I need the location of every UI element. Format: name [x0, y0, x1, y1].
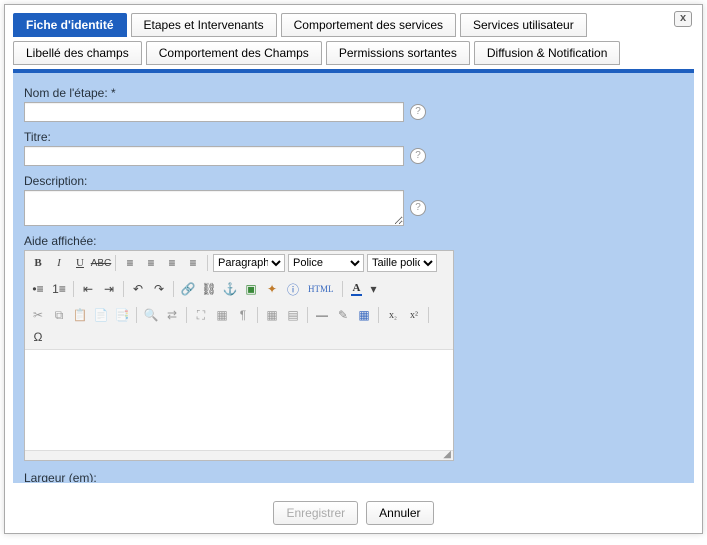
table-props-button[interactable]: ▤: [284, 306, 302, 324]
separator: [428, 307, 429, 323]
paste-word-button[interactable]: 📑: [113, 306, 131, 324]
tab-permissions-sortantes[interactable]: Permissions sortantes: [326, 41, 470, 65]
separator: [257, 307, 258, 323]
html-button[interactable]: HTML: [305, 280, 337, 298]
paragraph-select[interactable]: Paragraphe: [213, 254, 285, 272]
unlink-button[interactable]: ⛓: [200, 280, 218, 298]
tab-comportement-services[interactable]: Comportement des services: [281, 13, 456, 37]
paste-text-button[interactable]: 📄: [92, 306, 110, 324]
input-titre[interactable]: [24, 146, 404, 166]
unordered-list-button[interactable]: •≡: [29, 280, 47, 298]
fullscreen-button[interactable]: ⛶: [192, 306, 210, 324]
tab-services-utilisateur[interactable]: Services utilisateur: [460, 13, 587, 37]
separator: [186, 307, 187, 323]
special-char-button[interactable]: Ω: [29, 328, 47, 346]
tab-diffusion-notification[interactable]: Diffusion & Notification: [474, 41, 621, 65]
separator: [115, 255, 116, 271]
superscript-button[interactable]: x²: [405, 306, 423, 324]
font-select[interactable]: Police: [288, 254, 364, 272]
footer-buttons: Enregistrer Annuler: [5, 501, 702, 525]
label-description: Description:: [24, 174, 683, 188]
label-nom-etape: Nom de l'étape: *: [24, 86, 683, 100]
link-button[interactable]: 🔗: [179, 280, 197, 298]
copy-button[interactable]: ⧉: [50, 306, 68, 324]
separator: [173, 281, 174, 297]
replace-button[interactable]: ⇄: [163, 306, 181, 324]
separator: [136, 307, 137, 323]
bold-button[interactable]: B: [29, 254, 47, 272]
tab-identite[interactable]: Fiche d'identité: [13, 13, 127, 37]
table-button[interactable]: ▦: [263, 306, 281, 324]
tab-etapes[interactable]: Etapes et Intervenants: [131, 13, 277, 37]
outdent-button[interactable]: ⇤: [79, 280, 97, 298]
input-nom-etape[interactable]: [24, 102, 404, 122]
separator: [342, 281, 343, 297]
media-button[interactable]: ✦: [263, 280, 281, 298]
rich-text-editor: B I U ABC ≡ ≡ ≡ ≡ Paragraphe Police Tail…: [24, 250, 454, 461]
close-button[interactable]: x: [674, 11, 692, 27]
align-center-button[interactable]: ≡: [142, 254, 160, 272]
blocks-button[interactable]: ▦: [213, 306, 231, 324]
input-description[interactable]: [24, 190, 404, 226]
find-button[interactable]: 🔍: [142, 306, 160, 324]
form-panel: Nom de l'étape: * ? Titre: ? Description…: [13, 73, 694, 483]
tab-comportement-champs[interactable]: Comportement des Champs: [146, 41, 322, 65]
dialog: x Fiche d'identitéEtapes et Intervenants…: [4, 4, 703, 534]
separator: [73, 281, 74, 297]
strikethrough-button[interactable]: ABC: [92, 254, 110, 272]
font-size-select[interactable]: Taille police: [367, 254, 437, 272]
editor-toolbar: B I U ABC ≡ ≡ ≡ ≡ Paragraphe Police Tail…: [25, 251, 453, 350]
separator: [307, 307, 308, 323]
image-button[interactable]: ▣: [242, 280, 260, 298]
indent-button[interactable]: ⇥: [100, 280, 118, 298]
editor-content-area[interactable]: [25, 350, 453, 450]
cut-button[interactable]: ✂: [29, 306, 47, 324]
ordered-list-button[interactable]: 1≡: [50, 280, 68, 298]
help-icon[interactable]: ?: [410, 148, 426, 164]
underline-button[interactable]: U: [71, 254, 89, 272]
help-icon[interactable]: ?: [410, 200, 426, 216]
italic-button[interactable]: I: [50, 254, 68, 272]
label-largeur: Largeur (em):: [24, 471, 683, 483]
cancel-button[interactable]: Annuler: [366, 501, 433, 525]
help-button[interactable]: ⓘ: [284, 280, 302, 298]
subscript-button[interactable]: x₂: [384, 306, 402, 324]
tabs-row-2: Libellé des champsComportement des Champ…: [5, 37, 702, 65]
separator: [207, 255, 208, 271]
hr-button[interactable]: —: [313, 306, 331, 324]
tabs-row-1: Fiche d'identitéEtapes et IntervenantsCo…: [5, 5, 702, 37]
separator: [123, 281, 124, 297]
table-insert-button[interactable]: ▦: [355, 306, 373, 324]
help-icon[interactable]: ?: [410, 104, 426, 120]
align-right-button[interactable]: ≡: [163, 254, 181, 272]
save-button[interactable]: Enregistrer: [273, 501, 358, 525]
font-color-dropdown[interactable]: ▾: [369, 280, 379, 298]
align-left-button[interactable]: ≡: [121, 254, 139, 272]
label-titre: Titre:: [24, 130, 683, 144]
separator: [378, 307, 379, 323]
paste-button[interactable]: 📋: [71, 306, 89, 324]
font-color-button[interactable]: A: [348, 280, 366, 298]
anchor-button[interactable]: ⚓: [221, 280, 239, 298]
tab-libelle-champs[interactable]: Libellé des champs: [13, 41, 142, 65]
undo-button[interactable]: ↶: [129, 280, 147, 298]
visualchars-button[interactable]: ¶: [234, 306, 252, 324]
label-aide-affichee: Aide affichée:: [24, 234, 683, 248]
editor-resize-handle[interactable]: ◢: [25, 450, 453, 460]
align-justify-button[interactable]: ≡: [184, 254, 202, 272]
redo-button[interactable]: ↷: [150, 280, 168, 298]
remove-format-button[interactable]: ✎: [334, 306, 352, 324]
